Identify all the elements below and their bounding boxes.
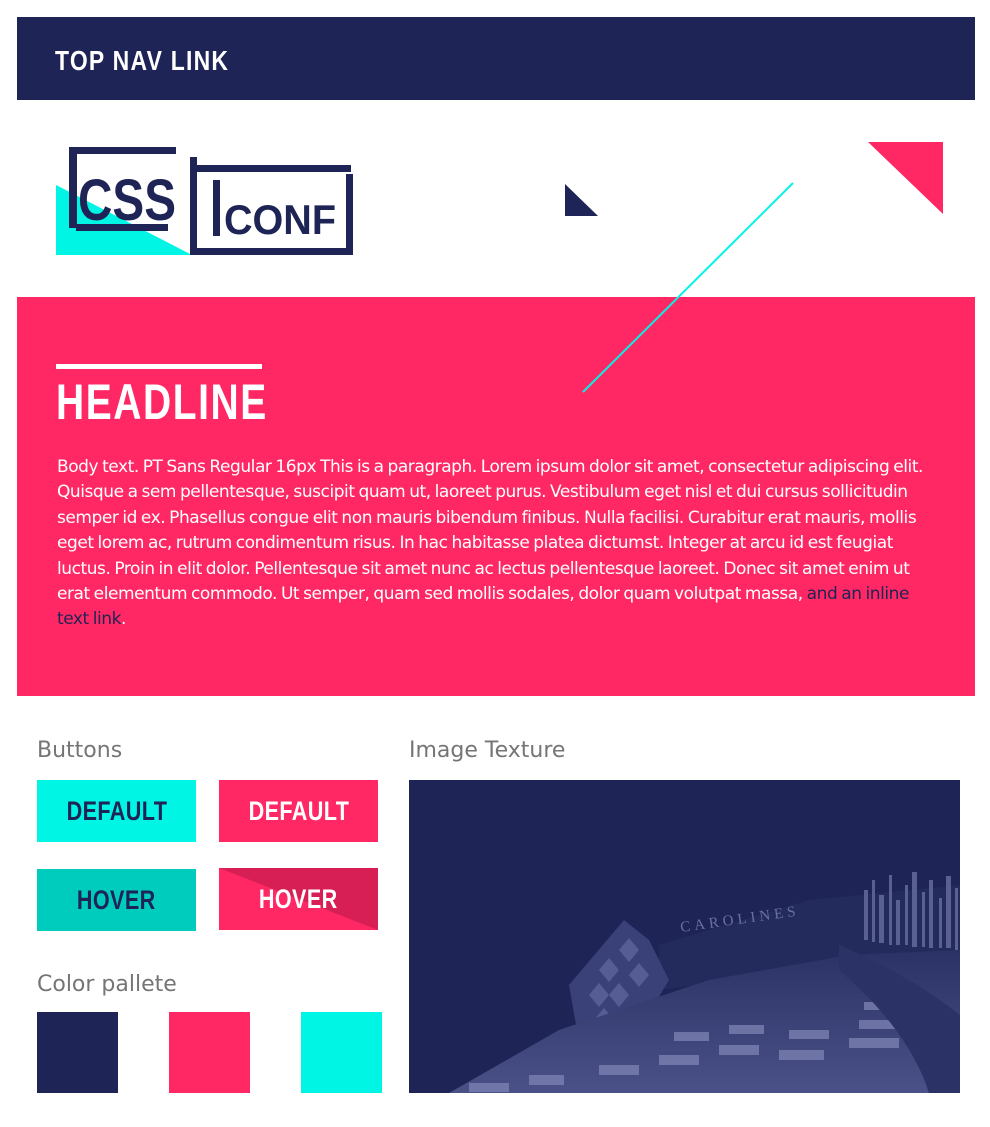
button-label: HOVER	[259, 883, 338, 914]
body-text: Body text. PT Sans Regular 16px This is …	[57, 457, 923, 605]
body-text-end: .	[120, 609, 126, 630]
palette-section-title: Color pallete	[37, 972, 177, 997]
buttons-section-title: Buttons	[37, 738, 123, 763]
pink-default-button[interactable]: DEFAULT	[219, 780, 378, 842]
button-label: HOVER	[77, 884, 156, 915]
navy-triangle	[565, 184, 598, 216]
headline: HEADLINE	[56, 374, 268, 430]
body-paragraph: Body text. PT Sans Regular 16px This is …	[57, 455, 937, 633]
texture-image: CAROLINES	[409, 780, 960, 1093]
cyan-default-button[interactable]: DEFAULT	[37, 780, 196, 842]
swatch-navy	[37, 1012, 118, 1093]
logo-text-css: CSS	[78, 168, 176, 233]
hero-section: HEADLINE Body text. PT Sans Regular 16px…	[17, 297, 975, 696]
button-label: DEFAULT	[66, 795, 167, 826]
pink-hover-button[interactable]: HOVER	[219, 868, 378, 930]
logo-text-conf: CONF	[224, 196, 336, 243]
swatch-pink	[169, 1012, 250, 1093]
cyan-hover-button[interactable]: HOVER	[37, 869, 196, 931]
texture-section-title: Image Texture	[409, 738, 566, 763]
logo: CSS CONF	[56, 142, 356, 257]
top-nav-link[interactable]: TOP NAV LINK	[55, 44, 229, 78]
button-label: DEFAULT	[248, 795, 349, 826]
headline-rule	[56, 364, 262, 369]
swatch-cyan	[301, 1012, 382, 1093]
pink-triangle	[868, 142, 943, 214]
top-nav: TOP NAV LINK	[17, 17, 975, 100]
